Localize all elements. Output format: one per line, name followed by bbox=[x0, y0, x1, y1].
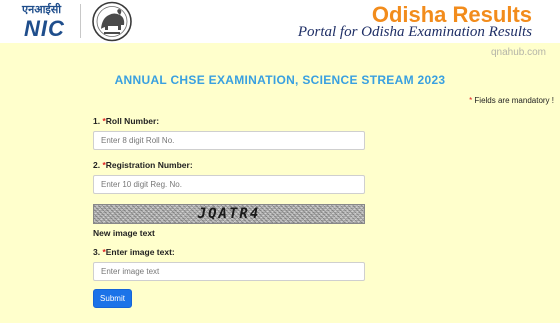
roll-number-label: 1. *Roll Number: bbox=[93, 116, 159, 126]
registration-number-label: 2. *Registration Number: bbox=[93, 160, 193, 170]
nic-text: NIC bbox=[24, 16, 65, 41]
image-text-input[interactable] bbox=[93, 262, 365, 281]
mandatory-note: * Fields are mandatory ! bbox=[469, 96, 554, 105]
watermark-text: qnahub.com bbox=[490, 47, 546, 58]
page-title: ANNUAL CHSE EXAMINATION, SCIENCE STREAM … bbox=[114, 73, 446, 87]
nic-logo: एनआईसी NIC bbox=[22, 2, 74, 41]
roll-number-label-text: Roll Number: bbox=[105, 116, 160, 126]
registration-number-label-text: Registration Number: bbox=[105, 160, 193, 170]
odisha-emblem-icon bbox=[92, 1, 132, 42]
submit-button[interactable]: Submit bbox=[93, 289, 132, 308]
site-tagline: Portal for Odisha Examination Results bbox=[297, 24, 532, 40]
site-header: एनआईसी NIC Odisha Results Portal for Odi… bbox=[0, 0, 560, 43]
image-text-label: 3. *Enter image text: bbox=[93, 247, 175, 257]
captcha-text: JQATR4 bbox=[197, 206, 261, 222]
mandatory-note-text: Fields are mandatory ! bbox=[472, 96, 554, 105]
new-image-text-link[interactable]: New image text bbox=[93, 228, 155, 238]
registration-number-input[interactable] bbox=[93, 175, 365, 194]
captcha-image: JQATR4 bbox=[93, 204, 365, 224]
roll-number-input[interactable] bbox=[93, 131, 365, 150]
image-text-label-text: Enter image text: bbox=[105, 247, 175, 257]
nic-hindi-text: एनआईसी bbox=[22, 3, 62, 16]
logo-divider bbox=[80, 4, 81, 38]
